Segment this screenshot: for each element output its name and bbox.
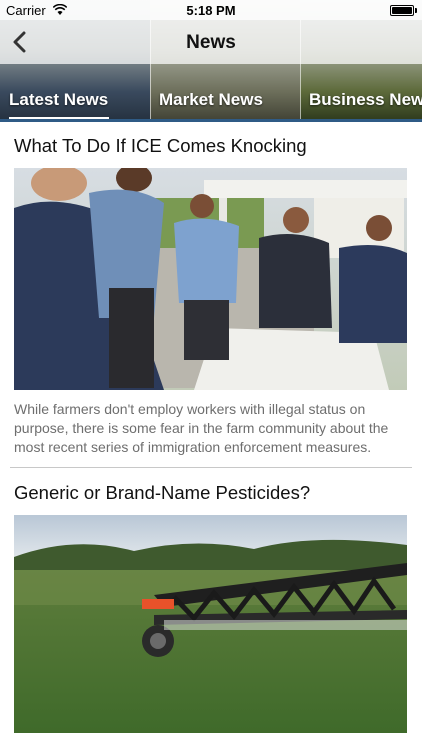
tab-latest-news[interactable]: Latest News xyxy=(9,90,109,120)
page-title: News xyxy=(186,32,236,53)
article-title[interactable]: Generic or Brand-Name Pesticides? xyxy=(14,482,408,504)
tab-label: Latest News xyxy=(9,90,109,109)
article-summary: While farmers don't employ workers with … xyxy=(14,401,389,455)
tab-label: Market News xyxy=(159,90,263,109)
tab-market-news[interactable]: Market News xyxy=(159,90,269,120)
farm-workers-photo xyxy=(14,168,407,390)
status-bar: Carrier 5:18 PM xyxy=(0,0,422,20)
field-sprayer-photo xyxy=(14,515,407,733)
battery-tip xyxy=(415,8,417,13)
status-time: 5:18 PM xyxy=(186,3,236,18)
article-image[interactable] xyxy=(14,515,407,733)
battery-icon xyxy=(390,5,414,16)
article-card[interactable]: Generic or Brand-Name Pesticides? xyxy=(0,468,422,750)
navigation-bar: News xyxy=(0,20,422,64)
news-tabs: Latest News Market News Business News xyxy=(0,90,422,120)
tab-label: Business News xyxy=(309,90,422,109)
article-title[interactable]: What To Do If ICE Comes Knocking xyxy=(14,135,408,157)
tab-business-news[interactable]: Business News xyxy=(309,90,422,120)
article-image[interactable] xyxy=(14,168,407,390)
article-card[interactable]: What To Do If ICE Comes Knocking While f… xyxy=(0,122,422,467)
